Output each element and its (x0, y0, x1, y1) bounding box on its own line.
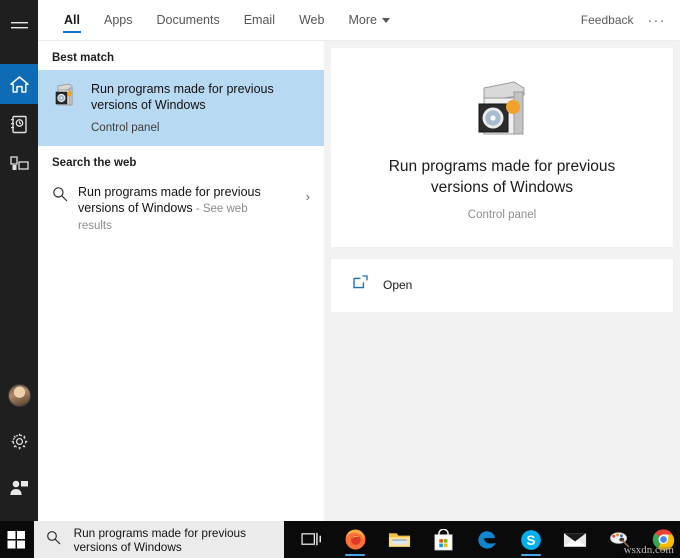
preview-title: Run programs made for previous versions … (388, 158, 616, 196)
search-overlay-screen: All Apps Documents Email Web More Feedba… (0, 0, 680, 558)
chrome-button[interactable] (646, 521, 680, 558)
mail-icon (563, 532, 587, 547)
search-web-icon-wrap (52, 184, 78, 207)
tab-web-label: Web (298, 13, 325, 27)
open-action-icon-wrap (353, 275, 375, 294)
tab-all[interactable]: All (52, 0, 92, 40)
search-tabs: All Apps Documents Email Web More (38, 0, 402, 40)
mail-button[interactable] (558, 521, 592, 558)
microsoft-store-button[interactable] (426, 521, 460, 558)
taskbar-icons: S wsxdn.com (284, 521, 680, 558)
search-icon (46, 530, 61, 544)
svg-text:S: S (527, 532, 536, 547)
paint-button[interactable] (602, 521, 636, 558)
header-actions: Feedback ··· (581, 13, 680, 27)
start-button[interactable] (0, 521, 34, 558)
search-web-result[interactable]: Run programs made for previous versions … (38, 175, 324, 244)
avatar (7, 383, 31, 407)
search-input[interactable]: Run programs made for previous versions … (68, 526, 284, 554)
taskbar: Run programs made for previous versions … (0, 521, 680, 558)
hamburger-icon (10, 21, 28, 28)
search-web-section-label: Search the web (52, 157, 137, 169)
timeline-notebook-icon (11, 115, 27, 133)
tab-web[interactable]: Web (287, 0, 336, 40)
chevron-right-icon[interactable]: › (306, 189, 310, 204)
tab-email-label: Email (243, 13, 275, 27)
power-button[interactable] (0, 467, 38, 507)
account-avatar-button[interactable] (0, 375, 38, 415)
settings-button[interactable] (0, 421, 38, 461)
open-action[interactable]: Open (331, 271, 673, 298)
chevron-down-icon (381, 18, 390, 24)
taskbar-search-box[interactable]: Run programs made for previous versions … (33, 521, 284, 558)
start-menu-rail (0, 0, 38, 521)
hamburger-menu-button[interactable] (0, 4, 38, 48)
open-action-label: Open (383, 277, 413, 292)
best-match-section-label: Best match (52, 52, 114, 64)
sidebar-item-apps[interactable] (0, 144, 38, 184)
skype-button[interactable]: S (514, 521, 548, 558)
preview-column: Run programs made for previous versions … (330, 47, 674, 313)
edge-button[interactable] (470, 521, 504, 558)
file-explorer-icon (388, 532, 410, 547)
tab-apps-label: Apps (103, 13, 133, 27)
best-match-subtitle: Control panel (91, 122, 160, 134)
preview-card: Run programs made for previous versions … (330, 47, 674, 248)
chrome-icon (652, 529, 674, 551)
overflow-menu-button[interactable]: ··· (648, 13, 667, 27)
search-header: All Apps Documents Email Web More Feedba… (38, 0, 680, 40)
skype-icon: S (521, 529, 541, 550)
firefox-icon (345, 529, 365, 550)
file-explorer-button[interactable] (382, 521, 416, 558)
task-view-icon (300, 532, 321, 546)
power-person-icon (10, 480, 28, 495)
tab-more-label: More (348, 13, 377, 27)
tab-documents[interactable]: Documents (144, 0, 231, 40)
best-match-text: Run programs made for previous versions … (82, 81, 291, 134)
results-column: Best match Run programs made for previou… (38, 41, 324, 521)
task-view-button[interactable] (294, 521, 328, 558)
program-compatibility-icon (478, 81, 525, 135)
tab-apps[interactable]: Apps (92, 0, 145, 40)
preview-actions-card: Open (330, 258, 674, 313)
preview-icon-wrap (470, 80, 534, 138)
tab-all-label: All (64, 13, 80, 27)
paint-icon (609, 531, 630, 548)
search-panel: All Apps Documents Email Web More Feedba… (38, 0, 680, 521)
best-match-title: Run programs made for previous versions … (91, 82, 274, 112)
apps-grid-icon (9, 156, 29, 170)
home-icon (9, 75, 29, 93)
firefox-button[interactable] (338, 521, 372, 558)
tab-documents-label: Documents (156, 13, 220, 27)
search-web-text: Run programs made for previous versions … (78, 184, 273, 234)
open-external-icon (353, 275, 368, 289)
tab-email[interactable]: Email (232, 0, 287, 40)
tab-more[interactable]: More (336, 0, 401, 40)
best-match-icon-wrap (52, 81, 82, 113)
feedback-button[interactable]: Feedback (581, 13, 634, 27)
preview-subtitle: Control panel (467, 209, 537, 221)
gear-icon (11, 433, 27, 449)
sidebar-item-recent[interactable] (0, 104, 38, 144)
best-match-result[interactable]: Run programs made for previous versions … (38, 70, 324, 146)
edge-icon (477, 531, 496, 549)
taskbar-search-icon-wrap (46, 530, 68, 550)
windows-logo-icon (7, 531, 26, 549)
search-icon (53, 187, 68, 202)
microsoft-store-icon (434, 528, 452, 550)
program-compatibility-icon (55, 83, 73, 106)
sidebar-item-home[interactable] (0, 64, 38, 104)
